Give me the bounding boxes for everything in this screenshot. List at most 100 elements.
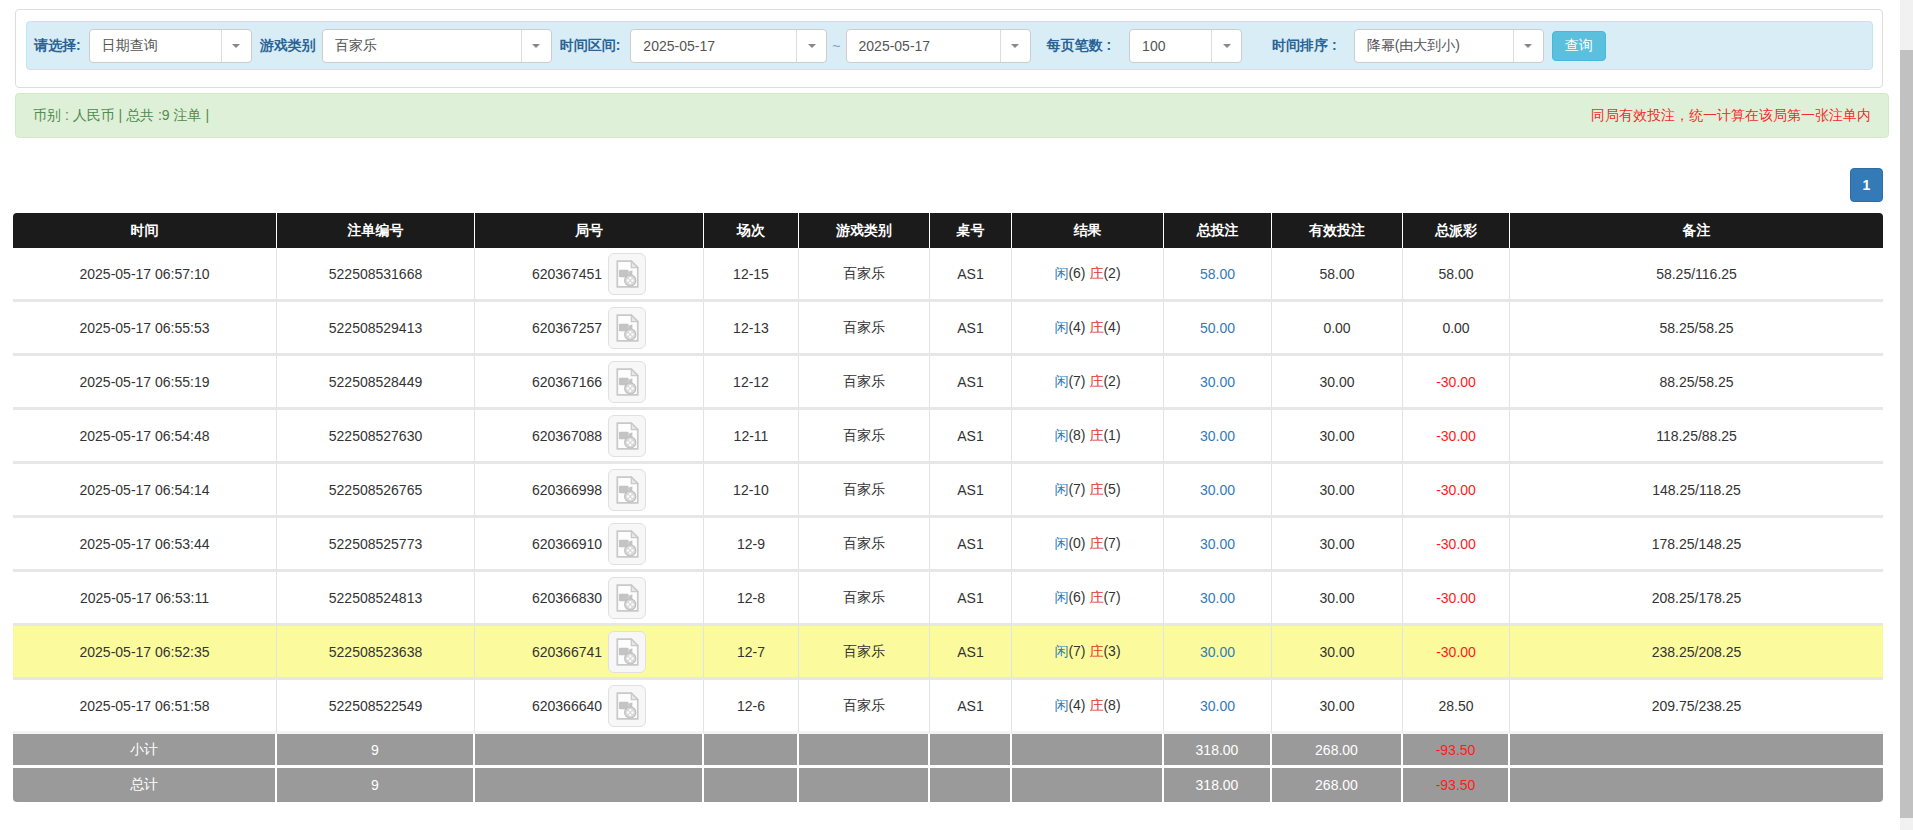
scrollbar-thumb[interactable]: [1900, 50, 1913, 818]
cell-game: 百家乐: [799, 680, 930, 734]
pagination-page-1[interactable]: 1: [1850, 168, 1883, 202]
cell-round-id: 620366998: [475, 464, 704, 518]
game-category-select[interactable]: 百家乐: [322, 29, 552, 63]
total-bet-link[interactable]: 58.00: [1200, 266, 1235, 282]
date-from-value: 2025-05-17: [631, 38, 796, 54]
search-button[interactable]: 查询: [1552, 31, 1606, 61]
video-replay-button[interactable]: [608, 469, 646, 511]
date-from-caret[interactable]: [796, 30, 826, 62]
cell-game: 百家乐: [799, 302, 930, 356]
header-bet-id: 注单编号: [277, 213, 475, 248]
video-replay-button[interactable]: [608, 361, 646, 403]
chevron-down-icon: [1011, 44, 1019, 48]
video-replay-button[interactable]: [608, 307, 646, 349]
cell-table-no: AS1: [930, 464, 1012, 518]
subtotal-empty-remark: [1510, 734, 1883, 768]
sort-caret[interactable]: [1513, 30, 1543, 62]
header-time: 时间: [13, 213, 277, 248]
date-to-select[interactable]: 2025-05-17: [846, 29, 1031, 63]
sort-select[interactable]: 降幂(由大到小): [1354, 29, 1544, 63]
video-replay-button[interactable]: [608, 685, 646, 727]
result-banker-score: (2): [1103, 373, 1120, 389]
cell-result: 闲(7) 庄(5): [1012, 464, 1164, 518]
chevron-down-icon: [1524, 44, 1532, 48]
cell-table-no: AS1: [930, 626, 1012, 680]
cell-table-no: AS1: [930, 302, 1012, 356]
cell-payout: -30.00: [1403, 410, 1510, 464]
cell-valid-bet: 30.00: [1272, 626, 1403, 680]
date-to-caret[interactable]: [1000, 30, 1030, 62]
cell-total-bet: 30.00: [1164, 464, 1272, 518]
result-banker: 庄: [1089, 589, 1103, 605]
total-bet-link[interactable]: 30.00: [1200, 698, 1235, 714]
total-bet-link[interactable]: 30.00: [1200, 536, 1235, 552]
total-bet-link[interactable]: 30.00: [1200, 482, 1235, 498]
cell-session: 12-11: [704, 410, 799, 464]
cell-result: 闲(7) 庄(3): [1012, 626, 1164, 680]
page-size-select[interactable]: 100: [1129, 29, 1242, 63]
video-replay-button[interactable]: [608, 253, 646, 295]
round-id-value: 620366830: [532, 590, 602, 606]
result-player-score: (0): [1068, 535, 1085, 551]
cell-total-bet: 30.00: [1164, 626, 1272, 680]
video-replay-button[interactable]: [608, 631, 646, 673]
result-banker: 庄: [1089, 643, 1103, 659]
total-empty-result: [1012, 768, 1164, 802]
cell-payout: 0.00: [1403, 302, 1510, 356]
subtotal-empty-round: [475, 734, 704, 768]
total-bet-link[interactable]: 30.00: [1200, 590, 1235, 606]
cell-table-no: AS1: [930, 518, 1012, 572]
cell-session: 12-8: [704, 572, 799, 626]
table-header-row: 时间 注单编号 局号 场次 游戏类别 桌号 结果 总投注 有效投注 总派彩 备注: [13, 213, 1883, 248]
cell-bet-id: 522508526765: [277, 464, 475, 518]
total-bet-link[interactable]: 30.00: [1200, 644, 1235, 660]
result-player-score: (4): [1068, 697, 1085, 713]
total-payout: -93.50: [1403, 768, 1510, 802]
result-player: 闲: [1054, 373, 1068, 389]
round-id-value: 620366640: [532, 698, 602, 714]
sort-value: 降幂(由大到小): [1355, 37, 1513, 55]
total-empty-table: [930, 768, 1012, 802]
game-category-caret[interactable]: [521, 30, 551, 62]
cell-payout: 58.00: [1403, 248, 1510, 302]
chevron-down-icon: [808, 44, 816, 48]
total-bet-link[interactable]: 30.00: [1200, 374, 1235, 390]
cell-session: 12-7: [704, 626, 799, 680]
result-banker: 庄: [1089, 265, 1103, 281]
query-type-caret[interactable]: [221, 30, 251, 62]
result-banker: 庄: [1089, 697, 1103, 713]
game-category-value: 百家乐: [323, 37, 521, 55]
query-type-value: 日期查询: [90, 37, 221, 55]
total-bet-link[interactable]: 30.00: [1200, 428, 1235, 444]
video-replay-button[interactable]: [608, 415, 646, 457]
cell-session: 12-9: [704, 518, 799, 572]
cell-valid-bet: 30.00: [1272, 356, 1403, 410]
cell-total-bet: 58.00: [1164, 248, 1272, 302]
cell-time: 2025-05-17 06:57:10: [13, 248, 277, 302]
date-from-select[interactable]: 2025-05-17: [630, 29, 827, 63]
table-row: 2025-05-17 06:51:58 522508522549 6203666…: [13, 680, 1883, 734]
cell-game: 百家乐: [799, 464, 930, 518]
cell-round-id: 620366741: [475, 626, 704, 680]
total-valid-bet: 268.00: [1272, 768, 1403, 802]
result-player: 闲: [1054, 697, 1068, 713]
round-id-value: 620367451: [532, 266, 602, 282]
result-player: 闲: [1054, 481, 1068, 497]
total-bet-link[interactable]: 50.00: [1200, 320, 1235, 336]
video-replay-button[interactable]: [608, 577, 646, 619]
total-empty-game: [799, 768, 930, 802]
result-player-score: (7): [1068, 481, 1085, 497]
scrollbar-track[interactable]: [1900, 0, 1913, 830]
video-replay-button[interactable]: [608, 523, 646, 565]
round-id-value: 620366910: [532, 536, 602, 552]
cell-result: 闲(4) 庄(8): [1012, 680, 1164, 734]
cell-session: 12-15: [704, 248, 799, 302]
cell-session: 12-6: [704, 680, 799, 734]
query-type-select[interactable]: 日期查询: [89, 29, 252, 63]
subtotal-label: 小计: [13, 734, 277, 768]
cell-time: 2025-05-17 06:54:48: [13, 410, 277, 464]
cell-payout: -30.00: [1403, 518, 1510, 572]
page-size-caret[interactable]: [1211, 30, 1241, 62]
cell-result: 闲(7) 庄(2): [1012, 356, 1164, 410]
result-banker-score: (7): [1103, 535, 1120, 551]
